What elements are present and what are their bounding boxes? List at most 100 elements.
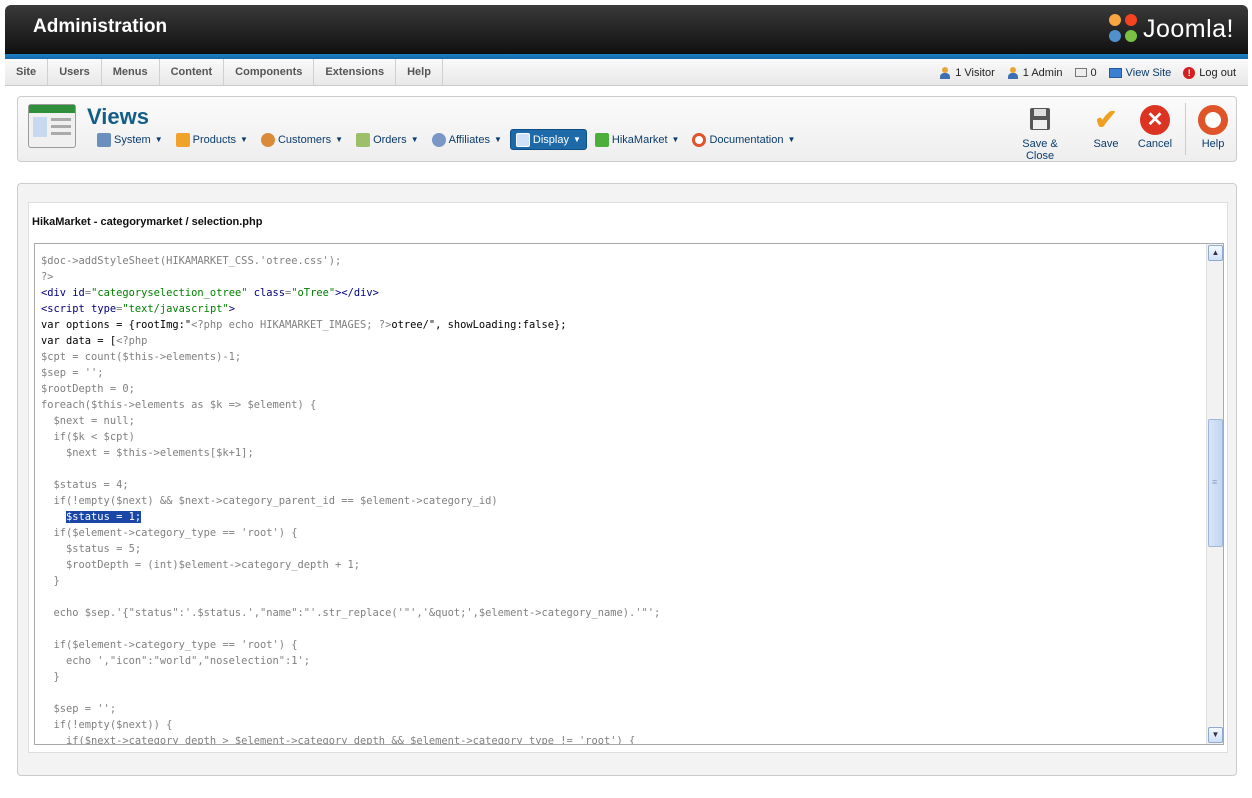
admin-header: Administration Joomla! [5,5,1248,62]
nav-hikamarket[interactable]: HikaMarket ▼ [590,129,685,150]
chevron-down-icon: ▼ [154,135,163,144]
component-toolbar: Views System ▼ Products ▼ Customers ▼ Order… [17,96,1237,162]
affiliates-icon [431,132,446,147]
status-bar: 1 Visitor 1 Admin 0 View Site ! Log out [939,59,1236,86]
chevron-down-icon: ▼ [787,135,796,144]
main-content: HikaMarket - categorymarket / selection.… [17,183,1237,776]
floppy-disk-icon [1025,105,1055,135]
cancel-icon: ✕ [1140,105,1170,135]
box-icon [175,132,190,147]
hikashop-nav: System ▼ Products ▼ Customers ▼ Orders ▼ Aff… [92,129,803,150]
menu-extensions[interactable]: Extensions [314,59,397,86]
menu-content[interactable]: Content [160,59,225,86]
menu-users[interactable]: Users [48,59,102,86]
admin-title: Administration [33,16,168,37]
menu-components[interactable]: Components [224,59,315,86]
scroll-up-icon[interactable]: ▲ [1208,245,1223,261]
views-page-icon [28,104,76,148]
cancel-button[interactable]: ✕ Cancel [1137,105,1173,150]
code-line: var options = {rootImg:"<?php echo HIKAM… [41,319,567,331]
logout-icon: ! [1183,66,1196,79]
vertical-scrollbar[interactable]: ▲ ▼ [1206,244,1223,744]
code-line: $status = 5; [41,543,142,555]
help-button[interactable]: Help [1197,105,1229,150]
code-line: $status = 4; [41,479,129,491]
code-line: } [41,575,60,587]
nav-system[interactable]: System ▼ [92,129,168,150]
code-line: $sep = ''; [41,703,117,715]
nav-display[interactable]: Display ▼ [509,129,587,150]
code-line: <div id="categoryselection_otree" class=… [41,287,379,299]
code-line: $rootDepth = 0; [41,383,135,395]
code-line: var data = [<?php [41,335,148,347]
code-line: ?> [41,271,54,283]
orders-icon [356,132,371,147]
logout-link[interactable]: ! Log out [1183,66,1236,79]
code-line: } [41,671,60,683]
code-line: $next = null; [41,415,135,427]
chevron-down-icon: ▼ [410,135,419,144]
menu-help[interactable]: Help [396,59,443,86]
wrench-icon [97,132,111,147]
lifebuoy-help-icon [1198,105,1228,135]
nav-documentation[interactable]: Documentation ▼ [687,129,800,150]
code-line: echo ',"icon":"world","noselection":1'; [41,655,310,667]
display-icon [515,132,530,147]
menu-site[interactable]: Site [5,59,49,86]
admin-user-icon [1007,66,1019,79]
code-line: $sep = ''; [41,367,104,379]
code-line: if($element->category_type == 'root') { [41,527,298,539]
chevron-down-icon: ▼ [572,135,581,144]
nav-orders[interactable]: Orders ▼ [351,129,424,150]
code-line: if(!empty($next) && $next->category_pare… [41,495,498,507]
admins-status: 1 Admin [1007,66,1063,79]
code-line: echo $sep.'{"status":'.$status.',"name":… [41,607,661,619]
page-title: Views [87,104,149,129]
hikamarket-icon [594,132,609,147]
joomla-logo: Joomla! [1108,11,1234,47]
code-line: if($next->category_depth > $element->cat… [41,735,636,745]
code-line: $status = 1; [66,511,142,523]
nav-affiliates[interactable]: Affiliates ▼ [427,129,507,150]
editor-panel: HikaMarket - categorymarket / selection.… [28,202,1228,753]
code-line: $cpt = count($this->elements)-1; [41,351,242,363]
chevron-down-icon: ▼ [671,135,680,144]
code-line: $rootDepth = (int)$element->category_dep… [41,559,361,571]
code-line: <script type="text/javascript"> [41,303,235,315]
save-close-button[interactable]: Save & Close [1007,105,1073,162]
code-line: if($k < $cpt) [41,431,135,443]
messages-status[interactable]: 0 [1074,67,1097,79]
chevron-down-icon: ▼ [335,135,344,144]
lifebuoy-icon [692,132,707,147]
joomla-logo-icon [1108,14,1139,44]
file-title: HikaMarket - categorymarket / selection.… [32,216,263,228]
monitor-icon [1108,67,1122,78]
code-line: if($element->category_type == 'root') { [41,639,298,651]
scroll-thumb[interactable] [1208,419,1223,547]
customers-icon [260,132,275,147]
joomla-logo-text: Joomla! [1142,14,1234,43]
toolbar-separator [1185,103,1186,155]
menu-menus[interactable]: Menus [102,59,160,86]
nav-customers[interactable]: Customers ▼ [256,129,348,150]
code-line: if(!empty($next)) { [41,719,173,731]
save-button[interactable]: ✔ Save [1090,104,1122,151]
mail-icon [1074,68,1087,77]
view-site-link[interactable]: View Site [1108,67,1171,79]
visitors-status: 1 Visitor [939,66,995,79]
code-text[interactable]: $doc->addStyleSheet(HIKAMARKET_CSS.'otre… [41,244,661,745]
checkmark-icon: ✔ [1094,104,1118,135]
code-editor[interactable]: $doc->addStyleSheet(HIKAMARKET_CSS.'otre… [34,243,1224,745]
visitor-user-icon [939,66,951,79]
code-line: foreach($this->elements as $k => $elemen… [41,399,317,411]
scroll-down-icon[interactable]: ▼ [1208,727,1223,743]
main-menubar: Site Users Menus Content Components Exte… [5,59,1248,86]
nav-products[interactable]: Products ▼ [171,129,253,150]
chevron-down-icon: ▼ [493,135,502,144]
code-line: $doc->addStyleSheet(HIKAMARKET_CSS.'otre… [41,255,342,267]
